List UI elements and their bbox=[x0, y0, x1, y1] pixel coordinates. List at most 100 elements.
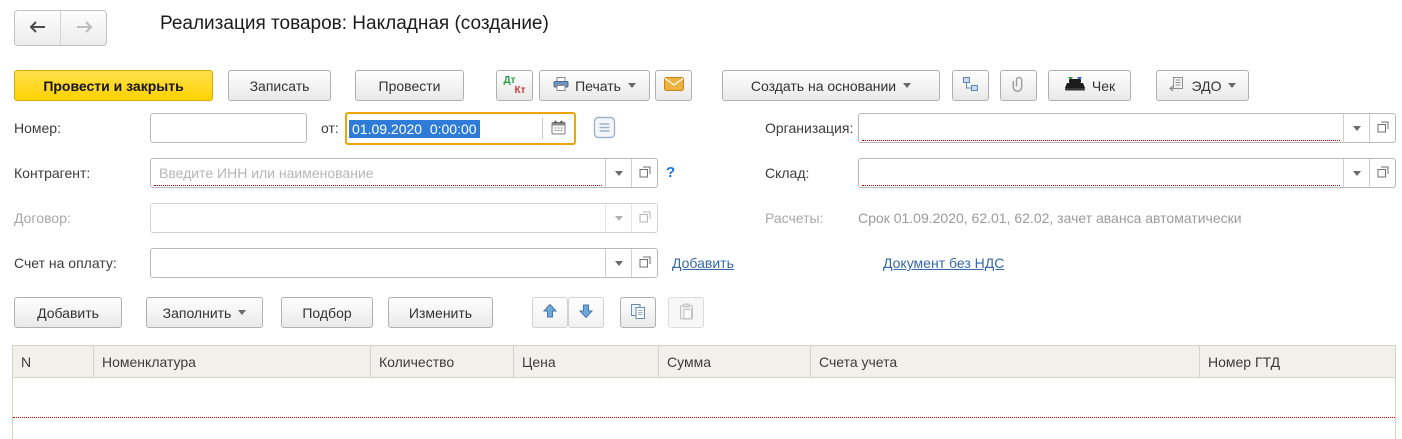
column-header-gtd[interactable]: Номер ГТД bbox=[1200, 346, 1395, 377]
column-header-nomenclature[interactable]: Номенклатура bbox=[94, 346, 371, 377]
contract-field bbox=[150, 203, 658, 233]
paste-icon bbox=[678, 303, 695, 323]
edo-label: ЭДО bbox=[1191, 77, 1222, 94]
counterparty-label: Контрагент: bbox=[14, 165, 91, 181]
send-email-button[interactable] bbox=[655, 70, 692, 101]
open-icon bbox=[639, 210, 651, 226]
create-based-on-label: Создать на основании bbox=[750, 77, 897, 94]
list-menu-icon bbox=[593, 116, 616, 142]
related-documents-button[interactable] bbox=[952, 70, 989, 101]
open-icon bbox=[639, 165, 651, 181]
arrow-up-icon bbox=[542, 303, 558, 322]
organization-dropdown-button[interactable] bbox=[1343, 114, 1369, 142]
pick-button[interactable]: Подбор bbox=[281, 297, 373, 328]
forward-arrow-icon bbox=[75, 20, 93, 36]
history-nav bbox=[14, 10, 107, 46]
counterparty-input[interactable] bbox=[159, 165, 597, 181]
move-up-button[interactable] bbox=[532, 297, 568, 328]
counterparty-open-button[interactable] bbox=[631, 159, 657, 187]
back-button[interactable] bbox=[15, 11, 60, 45]
items-table-body[interactable] bbox=[12, 378, 1396, 439]
invoice-dropdown-button[interactable] bbox=[605, 249, 631, 277]
receipt-button[interactable]: Чек bbox=[1048, 70, 1131, 101]
structure-icon bbox=[962, 76, 979, 95]
back-arrow-icon bbox=[29, 20, 47, 36]
save-button[interactable]: Записать bbox=[228, 70, 331, 101]
cash-register-icon bbox=[1064, 76, 1086, 95]
number-input[interactable] bbox=[159, 120, 298, 136]
column-header-amount[interactable]: Сумма bbox=[659, 346, 811, 377]
column-header-price[interactable]: Цена bbox=[514, 346, 659, 377]
dtkt-postings-button[interactable]: Дт Кт bbox=[496, 70, 533, 101]
page-title: Реализация товаров: Накладная (создание) bbox=[160, 13, 549, 34]
edit-button[interactable]: Изменить bbox=[388, 297, 493, 328]
print-label: Печать bbox=[575, 77, 621, 94]
save-label: Записать bbox=[249, 77, 310, 94]
open-icon bbox=[1377, 120, 1389, 136]
contract-open-button bbox=[631, 204, 657, 232]
new-row-indicator bbox=[13, 417, 1395, 418]
print-button[interactable]: Печать bbox=[539, 70, 650, 101]
chevron-down-icon bbox=[1353, 170, 1361, 176]
receipt-label: Чек bbox=[1091, 77, 1116, 94]
printer-icon bbox=[553, 77, 569, 94]
no-vat-link[interactable]: Документ без НДС bbox=[883, 248, 1004, 278]
add-row-button[interactable]: Добавить bbox=[14, 297, 122, 328]
invoice-label: Счет на оплату: bbox=[14, 255, 117, 271]
post-label: Провести bbox=[378, 77, 441, 94]
organization-label: Организация: bbox=[765, 120, 854, 136]
warehouse-label: Склад: bbox=[765, 165, 810, 181]
copy-rows-button[interactable] bbox=[620, 297, 656, 328]
items-table-header: N Номенклатура Количество Цена Сумма Сче… bbox=[12, 345, 1396, 378]
chevron-down-icon bbox=[615, 215, 623, 221]
number-label: Номер: bbox=[14, 120, 61, 136]
copy-icon bbox=[630, 303, 647, 323]
document-menu-button[interactable] bbox=[591, 116, 617, 142]
contract-dropdown-button bbox=[605, 204, 631, 232]
warehouse-open-button[interactable] bbox=[1369, 159, 1395, 187]
date-field[interactable]: 01.09.2020 0:00:00 bbox=[345, 112, 576, 145]
forward-button[interactable] bbox=[60, 11, 106, 45]
counterparty-dropdown-button[interactable] bbox=[605, 159, 631, 187]
add-invoice-link[interactable]: Добавить bbox=[672, 248, 734, 278]
edo-exchange-icon bbox=[1168, 76, 1186, 95]
number-field[interactable] bbox=[150, 113, 307, 143]
chevron-down-icon bbox=[615, 260, 623, 266]
calendar-button[interactable] bbox=[543, 114, 574, 143]
column-header-accounts[interactable]: Счета учета bbox=[811, 346, 1200, 377]
invoice-open-button[interactable] bbox=[631, 249, 657, 277]
column-header-n[interactable]: N bbox=[13, 346, 94, 377]
open-icon bbox=[1377, 165, 1389, 181]
column-header-quantity[interactable]: Количество bbox=[371, 346, 514, 377]
organization-open-button[interactable] bbox=[1369, 114, 1395, 142]
edit-label: Изменить bbox=[408, 304, 473, 321]
chevron-down-icon bbox=[1228, 83, 1237, 88]
create-based-on-button[interactable]: Создать на основании bbox=[722, 70, 940, 101]
open-icon bbox=[639, 255, 651, 271]
post-and-close-label: Провести и закрыть bbox=[43, 77, 184, 94]
dtkt-icon: Дт Кт bbox=[503, 74, 526, 96]
contract-label: Договор: bbox=[14, 210, 71, 226]
settlements-label: Расчеты: bbox=[765, 210, 824, 226]
attachments-button[interactable] bbox=[1000, 70, 1037, 101]
warehouse-field[interactable] bbox=[858, 158, 1396, 188]
arrow-down-icon bbox=[578, 303, 594, 322]
move-down-button[interactable] bbox=[568, 297, 604, 328]
calendar-icon bbox=[551, 120, 566, 138]
chevron-down-icon bbox=[615, 170, 623, 176]
fill-label: Заполнить bbox=[162, 304, 232, 321]
invoice-field[interactable] bbox=[150, 248, 658, 278]
organization-field[interactable] bbox=[858, 113, 1396, 143]
paste-rows-button bbox=[668, 297, 704, 328]
fill-button[interactable]: Заполнить bbox=[146, 297, 263, 328]
help-question-icon[interactable]: ? bbox=[666, 158, 675, 188]
post-button[interactable]: Провести bbox=[355, 70, 464, 101]
post-and-close-button[interactable]: Провести и закрыть bbox=[14, 70, 213, 101]
counterparty-field[interactable] bbox=[150, 158, 658, 188]
settlements-value: Срок 01.09.2020, 62.01, 62.02, зачет ава… bbox=[858, 210, 1242, 226]
date-value-selected[interactable]: 01.09.2020 0:00:00 bbox=[349, 119, 480, 138]
chevron-down-icon bbox=[627, 83, 636, 88]
warehouse-dropdown-button[interactable] bbox=[1343, 159, 1369, 187]
paperclip-icon bbox=[1012, 76, 1026, 95]
edo-button[interactable]: ЭДО bbox=[1156, 70, 1249, 101]
